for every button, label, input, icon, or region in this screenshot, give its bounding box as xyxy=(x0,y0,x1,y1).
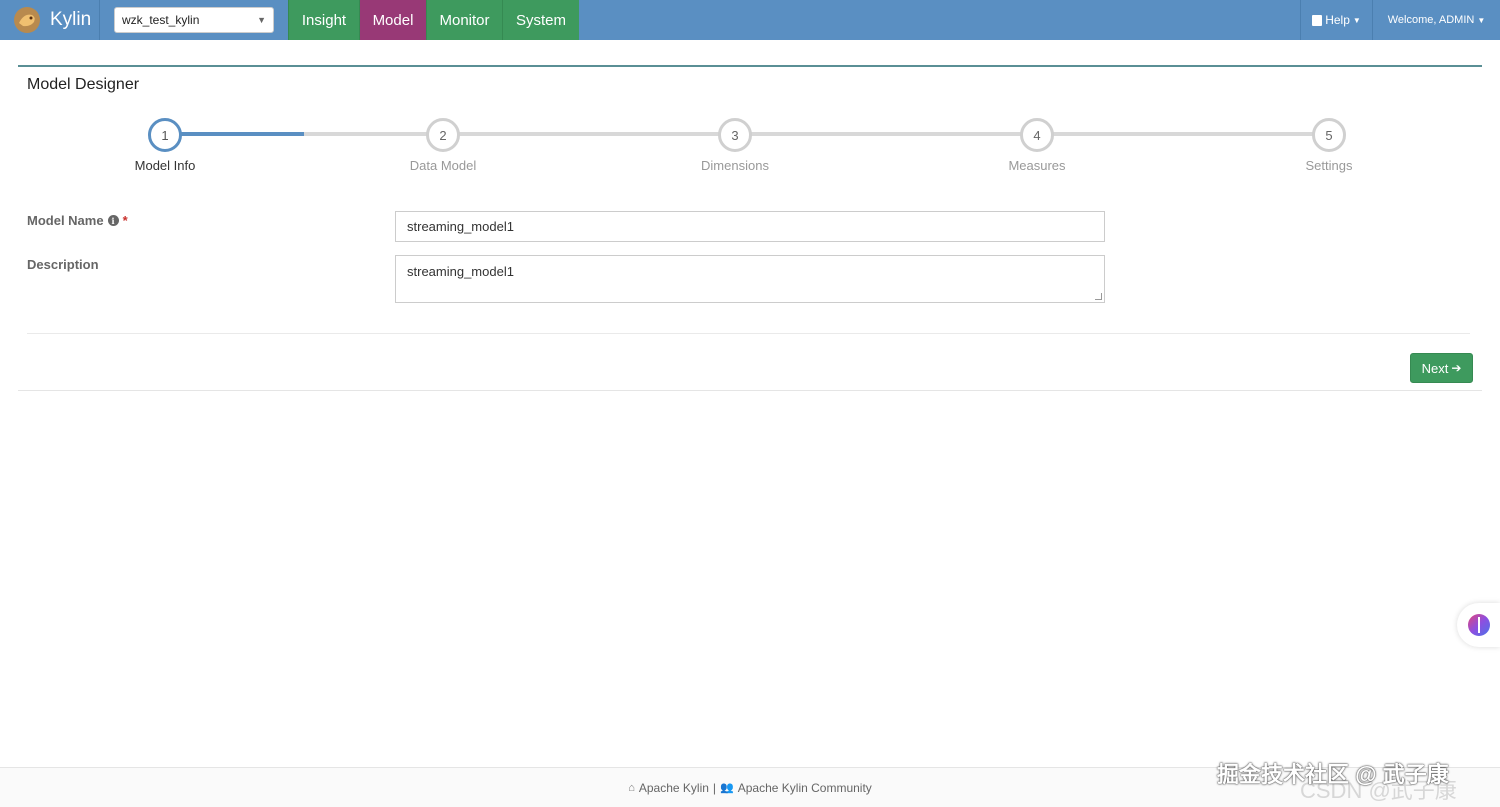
wizard-step-4-label: Measures xyxy=(1008,158,1066,173)
form-divider xyxy=(27,333,1470,334)
resize-handle-icon[interactable] xyxy=(1095,293,1102,300)
tab-model[interactable]: Model xyxy=(359,0,426,40)
wizard-step-5[interactable]: 5 xyxy=(1312,118,1346,152)
step-number: 2 xyxy=(439,127,447,143)
step-number: 4 xyxy=(1033,127,1041,143)
info-icon[interactable]: i xyxy=(107,215,119,226)
users-icon: 👥 xyxy=(720,782,734,794)
footer-separator: | xyxy=(712,780,717,795)
project-select[interactable]: wzk_test_kylin ▼ xyxy=(114,7,274,33)
label-text: Model Name xyxy=(27,213,104,228)
step-number: 1 xyxy=(161,127,169,143)
project-select-value: wzk_test_kylin xyxy=(122,13,200,27)
next-label: Next xyxy=(1421,360,1449,376)
wizard-progress xyxy=(165,132,304,136)
next-button[interactable]: Next ➔ xyxy=(1410,353,1473,383)
user-menu[interactable]: Welcome, ADMIN ▼ xyxy=(1372,0,1500,40)
brand[interactable]: Kylin xyxy=(0,0,99,40)
wizard-step-3[interactable]: 3 xyxy=(718,118,752,152)
wizard-step-5-label: Settings xyxy=(1305,158,1353,173)
caret-down-icon: ▼ xyxy=(1477,15,1486,25)
watermark: 掘金技术社区 @ 武子康 xyxy=(1217,762,1449,787)
required-mark: * xyxy=(122,213,128,228)
tab-label: Insight xyxy=(301,11,347,29)
tab-label: System xyxy=(515,11,566,29)
model-name-input[interactable]: streaming_model1 xyxy=(395,211,1105,242)
wizard-step-2-label: Data Model xyxy=(409,158,477,173)
project-selector-wrap: wzk_test_kylin ▼ xyxy=(99,0,288,40)
home-icon: ⌂ xyxy=(628,781,635,794)
model-name-label: Model Name i * xyxy=(27,213,128,228)
wizard-step-1-label: Model Info xyxy=(134,158,196,173)
description-textarea[interactable]: streaming_model1 xyxy=(395,255,1105,303)
caret-down-icon: ▼ xyxy=(1352,15,1361,25)
floating-assistant-button[interactable] xyxy=(1457,603,1500,647)
help-menu[interactable]: Help ▼ xyxy=(1300,0,1372,40)
tab-insight[interactable]: Insight xyxy=(288,0,359,40)
tab-monitor[interactable]: Monitor xyxy=(426,0,502,40)
brain-icon xyxy=(1467,614,1490,636)
description-label: Description xyxy=(27,257,99,272)
wizard-step-2[interactable]: 2 xyxy=(426,118,460,152)
page-title: Model Designer xyxy=(27,76,140,93)
caret-down-icon: ▼ xyxy=(257,15,266,25)
brand-name: Kylin xyxy=(50,9,92,30)
book-icon xyxy=(1312,14,1323,26)
wizard-step-3-label: Dimensions xyxy=(701,158,769,173)
tab-label: Monitor xyxy=(439,11,490,29)
description-value: streaming_model1 xyxy=(407,264,514,279)
help-label: Help xyxy=(1325,13,1350,27)
wizard-step-4[interactable]: 4 xyxy=(1020,118,1054,152)
step-number: 5 xyxy=(1325,127,1333,143)
arrow-right-icon: ➔ xyxy=(1451,361,1462,375)
model-designer-panel: Model Designer 1 Model Info 2 Data Model… xyxy=(18,65,1482,391)
footer-link-community[interactable]: Apache Kylin Community xyxy=(738,781,872,795)
tab-system[interactable]: System xyxy=(502,0,579,40)
footer-link-kylin[interactable]: Apache Kylin xyxy=(639,781,709,795)
welcome-label: Welcome, ADMIN xyxy=(1387,14,1475,26)
top-navbar: Kylin wzk_test_kylin ▼ Insight Model Mon… xyxy=(0,0,1500,40)
tab-label: Model xyxy=(372,11,414,29)
kylin-logo-icon xyxy=(14,7,40,33)
step-number: 3 xyxy=(731,127,739,143)
wizard-step-1[interactable]: 1 xyxy=(148,118,182,152)
model-name-value: streaming_model1 xyxy=(407,219,514,234)
label-text: Description xyxy=(27,257,99,272)
